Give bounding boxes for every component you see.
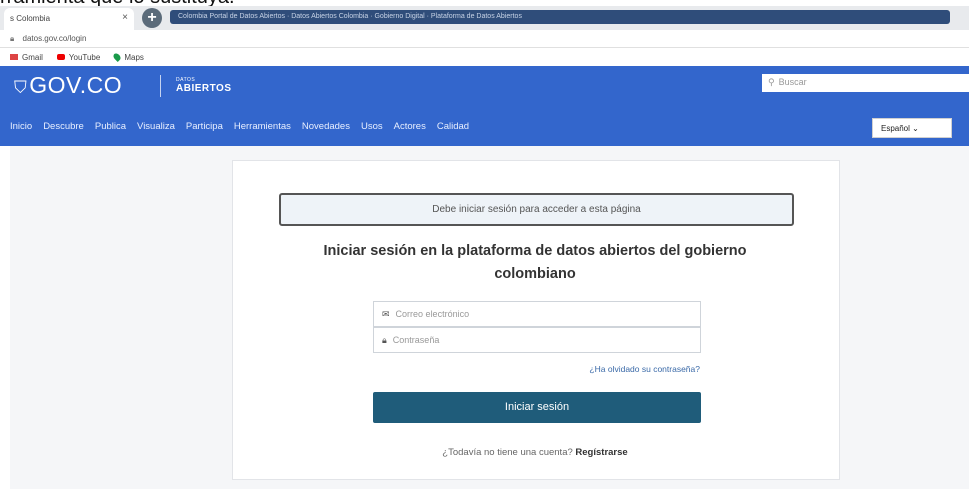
bookmark-label: Gmail <box>22 52 43 62</box>
gov-shield-icon: ⛉ <box>14 78 28 97</box>
envelope-icon: ✉ <box>382 309 390 319</box>
password-placeholder: Contraseña <box>392 335 440 345</box>
lock-icon: 🔒︎ <box>382 335 387 345</box>
password-field[interactable]: 🔒︎ Contraseña <box>373 327 701 353</box>
nav-item-descubre[interactable]: Descubre <box>43 121 84 132</box>
gmail-icon <box>10 54 18 60</box>
login-required-alert: Debe iniciar sesión para acceder a esta … <box>279 193 794 226</box>
search-icon: ⚲ <box>768 77 775 87</box>
no-account-text: ¿Todavía no tiene una cuenta? <box>442 447 573 458</box>
youtube-icon <box>56 54 65 60</box>
email-placeholder: Correo electrónico <box>395 309 470 319</box>
nav-item-calidad[interactable]: Calidad <box>437 121 469 132</box>
bookmark-maps[interactable]: Maps <box>112 52 144 62</box>
nav-item-novedades[interactable]: Novedades <box>302 121 350 132</box>
lock-icon: 🔒︎ <box>10 34 15 43</box>
address-bar[interactable]: 🔒︎ datos.gov.co/login <box>0 30 969 48</box>
search-input[interactable]: ⚲ Buscar <box>762 74 969 92</box>
login-button[interactable]: Iniciar sesión <box>373 392 701 423</box>
nav-item-herramientas[interactable]: Herramientas <box>234 121 291 132</box>
bookmark-label: Maps <box>124 52 144 62</box>
nav-item-actores[interactable]: Actores <box>394 121 426 132</box>
datos-abiertos-logo[interactable]: DATOS ABIERTOS <box>176 78 232 95</box>
url-text: datos.gov.co/login <box>22 34 87 43</box>
maps-icon <box>112 52 123 62</box>
search-placeholder: Buscar <box>778 77 807 87</box>
bookmark-gmail[interactable]: Gmail <box>10 52 43 62</box>
window-title: Colombia Portal de Datos Abiertos · Dato… <box>170 10 950 24</box>
nav-item-visualiza[interactable]: Visualiza <box>137 121 175 132</box>
register-link[interactable]: Regístrarse <box>575 447 627 458</box>
language-select[interactable]: Español ⌄ <box>872 118 952 138</box>
browser-tab[interactable]: s Colombia × <box>4 8 134 30</box>
nav-item-usos[interactable]: Usos <box>361 121 383 132</box>
header-divider <box>160 75 161 97</box>
email-field[interactable]: ✉ Correo electrónico <box>373 301 701 327</box>
forgot-password-link[interactable]: ¿Ha olvidado su contraseña? <box>470 364 700 374</box>
main-nav: Inicio Descubre Publica Visualiza Partic… <box>0 106 969 146</box>
new-tab-button[interactable]: + <box>142 8 162 28</box>
gov-logo[interactable]: ⛉GOV.CO <box>14 72 122 99</box>
tab-label: s Colombia <box>10 14 51 23</box>
nav-item-participa[interactable]: Participa <box>186 121 223 132</box>
register-prompt: ¿Todavía no tiene una cuenta? Regístrars… <box>250 447 820 458</box>
gov-logo-text: GOV.CO <box>29 72 123 98</box>
nav-item-publica[interactable]: Publica <box>95 121 126 132</box>
nav-item-inicio[interactable]: Inicio <box>10 121 32 132</box>
close-icon[interactable]: × <box>122 12 128 23</box>
gov-header: ⛉GOV.CO DATOS ABIERTOS ⚲ Buscar <box>0 66 969 106</box>
bookmark-youtube[interactable]: YouTube <box>56 52 101 62</box>
datos-logo-text: ABIERTOS <box>176 83 232 94</box>
bookmarks-bar: Gmail YouTube Maps <box>0 48 969 66</box>
page-title: Iniciar sesión en la plataforma de datos… <box>323 243 747 282</box>
browser-tab-bar: s Colombia × + Colombia Portal de Datos … <box>0 6 969 30</box>
bookmark-label: YouTube <box>68 52 101 62</box>
